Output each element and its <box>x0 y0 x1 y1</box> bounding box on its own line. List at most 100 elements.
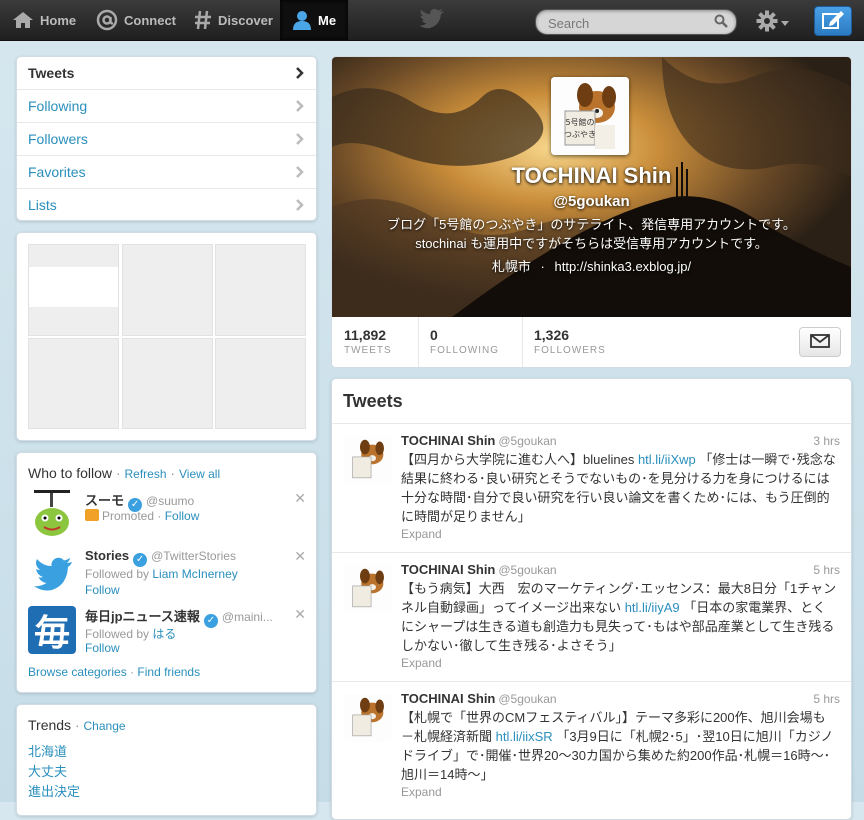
tweet[interactable]: TOCHINAI Shin @5goukan 5 hrs 【札幌で「世界のCMフェ… <box>332 681 851 810</box>
settings-menu[interactable] <box>756 10 789 35</box>
trend-item[interactable]: 進出決定 <box>28 781 80 800</box>
follow-button[interactable]: Follow <box>85 583 120 597</box>
tweet-author[interactable]: TOCHINAI Shin @5goukan <box>401 691 557 706</box>
nav-discover[interactable]: Discover <box>194 0 273 40</box>
trend-item[interactable]: 大丈夫 <box>28 761 67 780</box>
nav-home[interactable]: Home <box>12 0 76 40</box>
profile-nav-label: Tweets <box>28 65 75 81</box>
tweet[interactable]: TOCHINAI Shin @5goukan 5 hrs 【もう病気】大西 宏のマ… <box>332 552 851 681</box>
tweet-link[interactable]: htl.li/iiyA9 <box>625 600 680 615</box>
nav-discover-label: Discover <box>218 12 273 28</box>
stat-number: 1,326 <box>534 327 570 343</box>
profile-stats: 11,892 TWEETS 0 FOLLOWING 1,326 FOLLOWER… <box>332 317 851 367</box>
user-display-name: Stories <box>85 548 130 563</box>
separator: · <box>130 665 135 679</box>
stat-number: 11,892 <box>344 327 387 343</box>
media-thumbnail[interactable] <box>215 338 306 429</box>
search-icon[interactable] <box>714 14 728 31</box>
profile-nav-label: Lists <box>28 197 57 213</box>
media-thumbnail[interactable] <box>122 244 213 336</box>
browse-categories-link[interactable]: Browse categories <box>28 665 127 679</box>
profile-name: TOCHINAI Shin <box>511 163 672 188</box>
tweet-link[interactable]: htl.li/iixSR <box>496 729 553 744</box>
close-icon[interactable]: ✕ <box>294 490 306 507</box>
avatar[interactable] <box>344 694 392 742</box>
tweets-title: Tweets <box>343 391 403 411</box>
stat-following[interactable]: 0 FOLLOWING <box>430 327 499 356</box>
author-name: TOCHINAI Shin <box>401 562 496 577</box>
find-friends-link[interactable]: Find friends <box>137 665 200 679</box>
followed-by-prefix: Followed by <box>85 567 153 581</box>
profile-handle: @5goukan <box>553 193 630 210</box>
media-thumbnail[interactable] <box>215 244 306 336</box>
tweet-author[interactable]: TOCHINAI Shin @5goukan <box>401 433 557 448</box>
home-icon <box>12 11 34 29</box>
user-display-name: 毎日jpニュース速報 <box>85 609 200 624</box>
compose-tweet-button[interactable] <box>814 6 852 36</box>
profile-bio: ブログ「5号館のつぶやき」のサテライト、発信専用アカウントです。 stochin… <box>362 215 821 253</box>
expand-link[interactable]: Expand <box>401 656 442 670</box>
media-thumbnail[interactable] <box>28 338 119 429</box>
profile-location: 札幌市 <box>491 259 531 274</box>
nav-me-label: Me <box>318 12 337 28</box>
media-gallery <box>16 232 317 441</box>
media-thumbnail[interactable] <box>28 244 119 336</box>
direct-message-button[interactable] <box>799 327 841 357</box>
profile-nav-followers[interactable]: Followers <box>17 122 316 155</box>
nav-me[interactable]: Me <box>280 0 348 40</box>
follow-button[interactable]: Follow <box>85 641 120 655</box>
avatar[interactable]: 毎 <box>28 606 76 654</box>
profile-avatar[interactable]: 5号館の つぶやき <box>551 77 629 155</box>
tweet-link[interactable]: htl.li/iiXwp <box>638 452 696 467</box>
nav-connect[interactable]: Connect <box>96 0 176 40</box>
profile-nav-following[interactable]: Following <box>17 89 316 122</box>
follow-button[interactable]: Follow <box>165 509 200 523</box>
svg-text:5号館の: 5号館の <box>565 117 594 127</box>
author-handle: @5goukan <box>498 563 557 577</box>
suggested-user: Stories ✓ @TwitterStories Followed by Liam… <box>28 548 308 600</box>
tweet-text: 【札幌で「世界のCMフェスティバル」】テーマ多彩に200作、旭川会場も－札幌経済… <box>401 708 838 784</box>
trends-title: Trends <box>28 717 72 733</box>
profile-nav-label: Favorites <box>28 164 86 180</box>
media-thumbnail[interactable] <box>122 338 213 429</box>
user-name[interactable]: Stories ✓ @TwitterStories <box>85 548 236 567</box>
profile-banner: 5号館の つぶやき TOCHINAI Shin @5goukan ブログ「5号館… <box>332 57 851 317</box>
profile-nav-favorites[interactable]: Favorites <box>17 155 316 188</box>
stat-label: TWEETS <box>344 345 392 356</box>
avatar[interactable] <box>28 490 76 538</box>
followed-by-user-link[interactable]: Liam McInerney <box>152 567 237 581</box>
expand-link[interactable]: Expand <box>401 527 442 541</box>
search-input[interactable] <box>546 13 710 33</box>
tweet-timestamp[interactable]: 5 hrs <box>813 692 840 706</box>
profile-nav-tweets[interactable]: Tweets <box>17 57 316 89</box>
change-trends-link[interactable]: Change <box>84 719 126 733</box>
close-icon[interactable]: ✕ <box>294 548 306 565</box>
view-all-link[interactable]: View all <box>179 467 220 481</box>
trend-item[interactable]: 北海道 <box>28 741 67 760</box>
avatar[interactable] <box>344 436 392 484</box>
avatar[interactable] <box>28 548 76 596</box>
stat-number: 0 <box>430 327 438 343</box>
tweet-timestamp[interactable]: 3 hrs <box>813 434 840 448</box>
tweet-author[interactable]: TOCHINAI Shin @5goukan <box>401 562 557 577</box>
promoted-label: Promoted <box>102 509 155 523</box>
expand-link[interactable]: Expand <box>401 785 442 799</box>
profile-nav-lists[interactable]: Lists <box>17 188 316 221</box>
compose-icon <box>822 10 844 32</box>
stat-followers[interactable]: 1,326 FOLLOWERS <box>534 327 606 356</box>
stat-tweets[interactable]: 11,892 TWEETS <box>344 327 392 356</box>
twitter-bird-icon[interactable] <box>419 8 445 33</box>
tweet-timestamp[interactable]: 5 hrs <box>813 563 840 577</box>
followed-by-line: Followed by はる <box>85 625 176 642</box>
close-icon[interactable]: ✕ <box>294 606 306 623</box>
suggested-user: 毎 毎日jpニュース速報 ✓ @maini... Followed by はる Fo… <box>28 606 308 658</box>
profile-nav: Tweets Following Followers Favorites Lis… <box>16 56 317 221</box>
tweet[interactable]: TOCHINAI Shin @5goukan 3 hrs 【四月から大学院に進む人… <box>332 423 851 552</box>
chevron-right-icon <box>296 132 304 148</box>
connect-icon <box>96 9 118 31</box>
refresh-link[interactable]: Refresh <box>125 467 167 481</box>
followed-by-user-link[interactable]: はる <box>152 627 176 641</box>
profile-url[interactable]: http://shinka3.exblog.jp/ <box>555 259 692 274</box>
avatar[interactable] <box>344 565 392 613</box>
chevron-down-icon <box>781 15 789 30</box>
